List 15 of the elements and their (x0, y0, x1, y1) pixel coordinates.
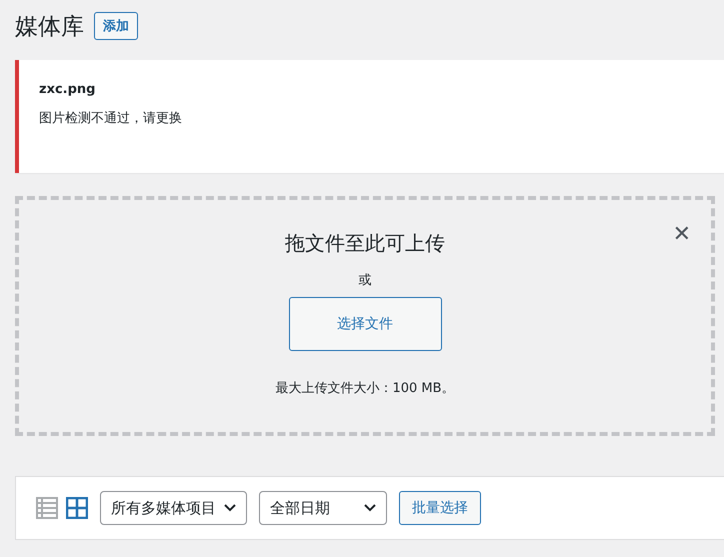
drop-instructions: 拖文件至此可上传 (285, 230, 445, 257)
grid-view-icon[interactable] (66, 497, 88, 519)
notice-filename: zxc.png (39, 82, 96, 97)
filter-dropdown[interactable]: 全部日期 (259, 491, 387, 525)
close-button[interactable]: ✕ (672, 222, 691, 247)
add-button[interactable]: 添加 (94, 12, 138, 40)
filter-dropdown[interactable]: 所有多媒体项目 (100, 491, 247, 525)
or-label: 或 (358, 272, 372, 289)
bulk-select-button[interactable]: 批量选择 (399, 491, 481, 525)
chevron-down-icon (224, 504, 236, 512)
chevron-down-icon (364, 504, 376, 512)
notice-message: 图片检测不通过，请更换 (39, 110, 183, 127)
max-upload-size: 最大上传文件大小：100 MB。 (275, 380, 455, 397)
page-title: 媒体库 (15, 12, 84, 42)
select-files-button[interactable]: 选择文件 (288, 297, 442, 351)
